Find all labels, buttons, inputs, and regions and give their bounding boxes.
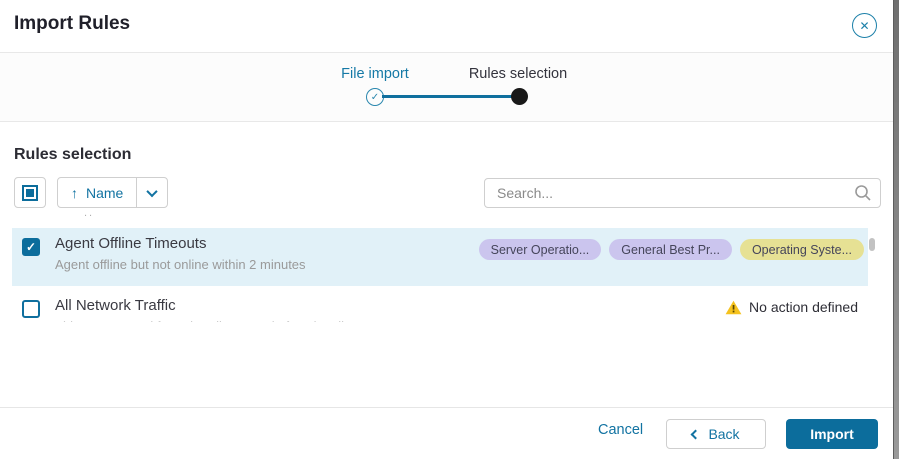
rule-row-all-network-traffic[interactable]: All Network Traffic This was created fro… (12, 290, 868, 322)
dialog-footer: Cancel Back Import (0, 407, 893, 459)
warning-text: No action defined (749, 299, 858, 315)
dialog-title: Import Rules (14, 13, 130, 35)
chevron-down-icon (147, 185, 158, 196)
back-button-label: Back (708, 426, 739, 442)
warning-triangle-icon (725, 300, 742, 315)
background-page-edge (893, 0, 899, 459)
tag-badge: General Best Pr... (609, 239, 732, 260)
section-heading: Rules selection (14, 146, 131, 164)
row-checkbox-checked[interactable]: ✓ (22, 238, 40, 256)
tag-badge: Server Operatio... (479, 239, 602, 260)
sort-ascending-icon: ↑ (71, 185, 78, 201)
clipped-row-remnant: .. (84, 210, 94, 219)
stepper-connector-line (382, 95, 513, 98)
rules-list: .. ✓ Agent Offline Timeouts Agent offlin… (0, 210, 893, 322)
rule-row-agent-offline-timeouts[interactable]: ✓ Agent Offline Timeouts Agent offline b… (12, 228, 868, 286)
search-icon (854, 184, 872, 207)
step-rules-selection-label: Rules selection (469, 66, 567, 82)
step-active-dot (511, 88, 528, 105)
sort-button: ↑ Name (57, 177, 168, 208)
import-button[interactable]: Import (786, 419, 878, 449)
cancel-button[interactable]: Cancel (598, 422, 643, 438)
wizard-stepper: File import Rules selection ✓ (0, 53, 893, 122)
search-input[interactable] (484, 178, 881, 208)
rule-title: All Network Traffic (55, 297, 176, 314)
import-rules-dialog: Import Rules ✕ File import Rules selecti… (0, 0, 893, 459)
sort-by-name-button[interactable]: ↑ Name (58, 178, 137, 207)
row-checkbox-unchecked[interactable] (22, 300, 40, 318)
dialog-header: Import Rules ✕ (0, 0, 893, 53)
close-icon[interactable]: ✕ (852, 13, 877, 38)
rule-description: Agent offline but not online within 2 mi… (55, 257, 306, 272)
indeterminate-checkbox-icon (22, 185, 38, 201)
rule-description: This was created from the Filter to Rule… (55, 319, 354, 322)
step-file-import-label[interactable]: File import (341, 66, 409, 82)
back-button[interactable]: Back (666, 419, 766, 449)
chevron-left-icon (691, 429, 701, 439)
rule-title: Agent Offline Timeouts (55, 235, 206, 252)
select-all-button[interactable] (14, 177, 46, 208)
search-container (484, 178, 881, 208)
rule-tags: Server Operatio... General Best Pr... Op… (479, 239, 864, 260)
list-scrollbar-thumb[interactable] (869, 238, 875, 251)
rule-warning: No action defined (725, 299, 858, 315)
sort-options-dropdown-button[interactable] (137, 178, 167, 207)
tag-badge: Operating Syste... (740, 239, 864, 260)
sort-label: Name (86, 185, 123, 201)
